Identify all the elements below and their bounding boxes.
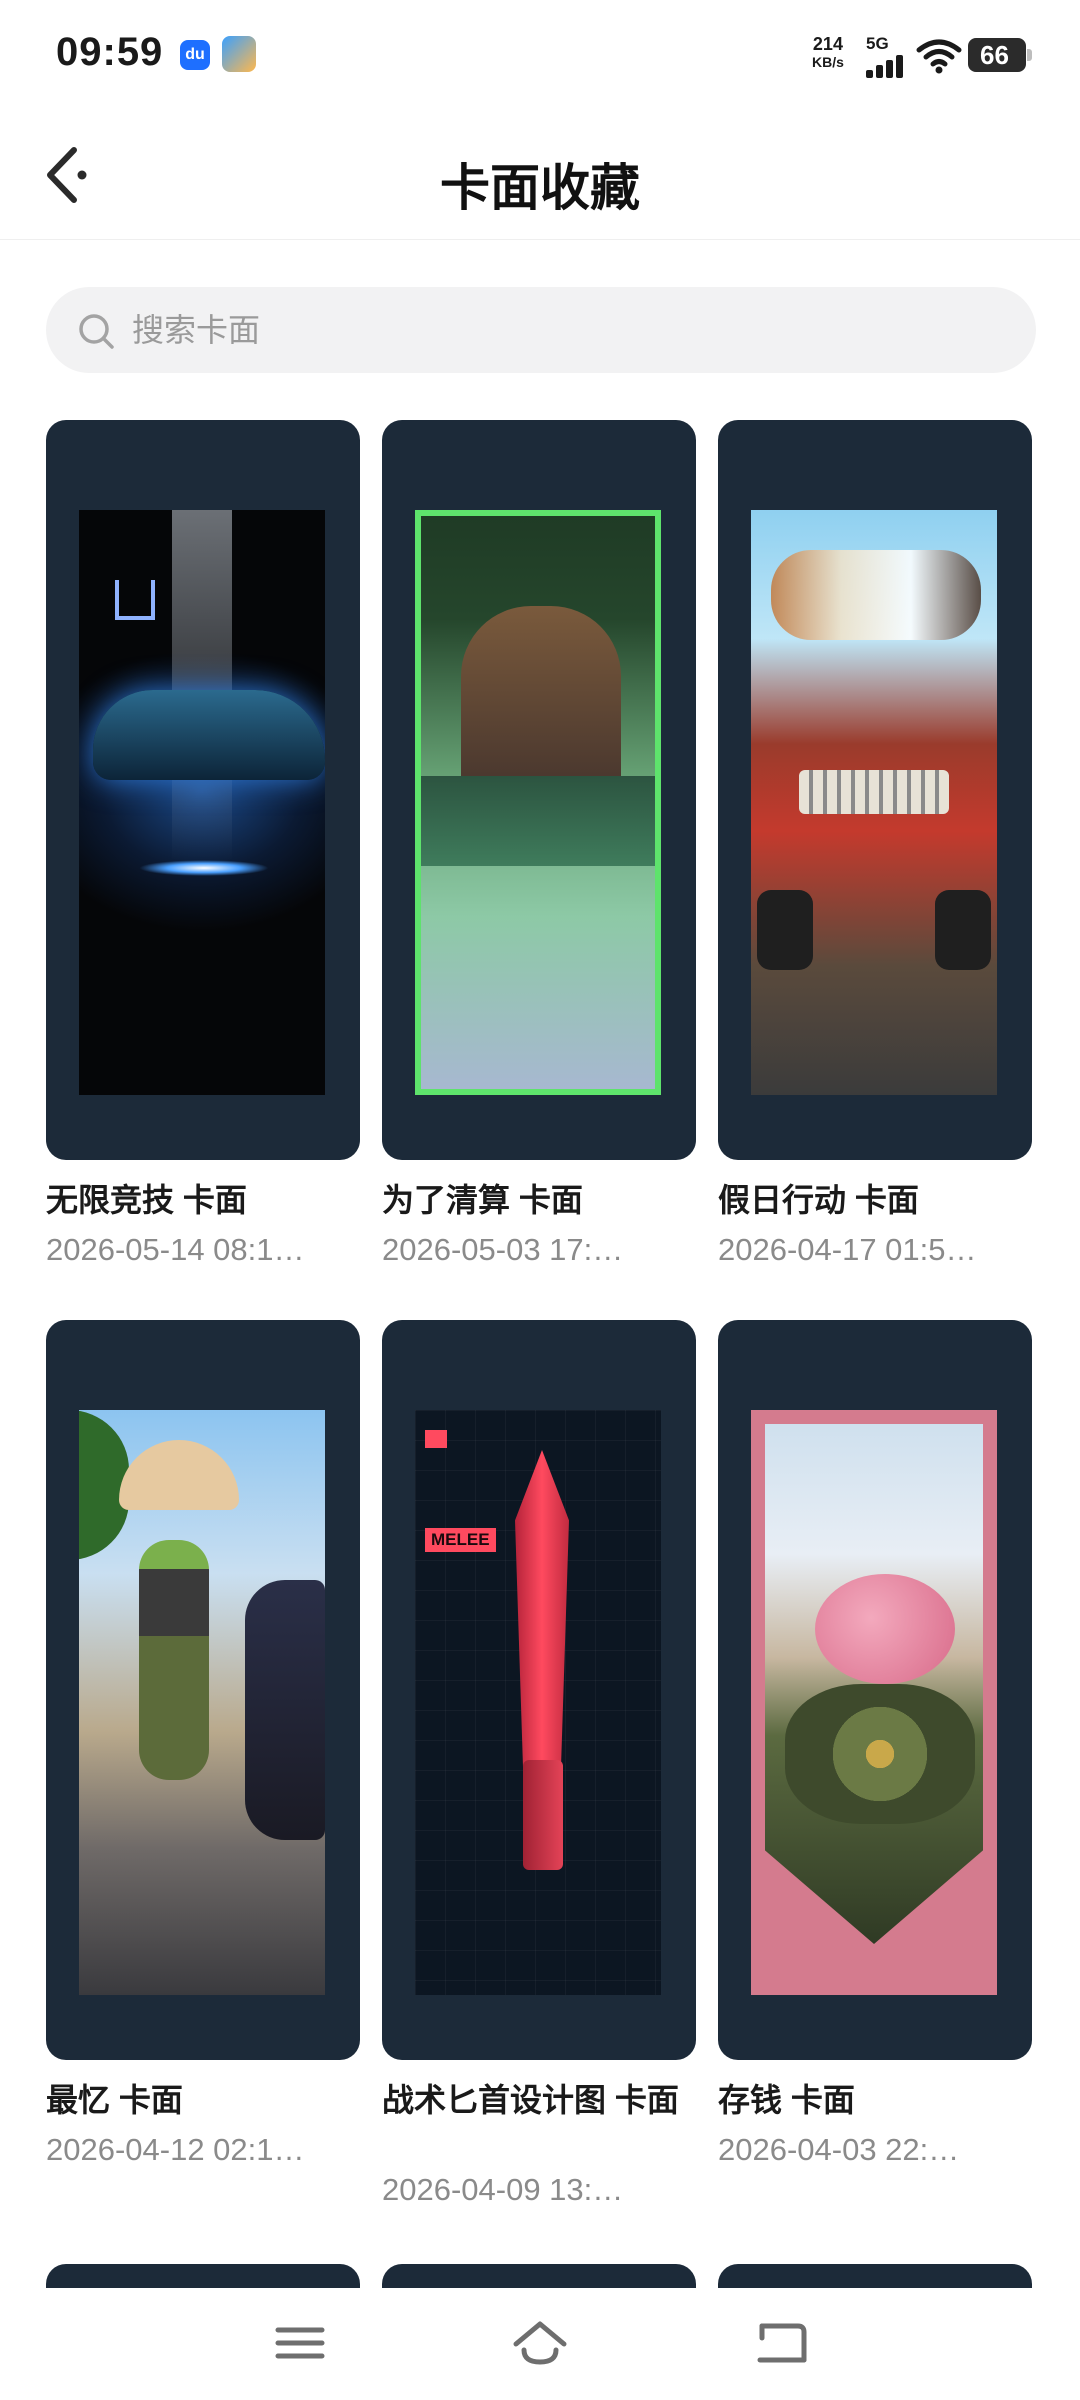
network-speed: 214 KB/s <box>812 34 844 70</box>
system-nav-bar <box>0 2288 1080 2400</box>
card-date: 2026-04-03 22:… <box>718 2132 960 2167</box>
card-date: 2026-05-03 17:… <box>382 1232 624 1267</box>
card-frame[interactable] <box>718 420 1032 1160</box>
wifi-icon <box>916 39 962 74</box>
card-frame[interactable] <box>46 1320 360 2060</box>
card-frame[interactable] <box>46 420 360 1160</box>
home-icon[interactable] <box>510 2318 570 2368</box>
card-artwork <box>79 510 325 1095</box>
card-frame[interactable] <box>718 1320 1032 2060</box>
battery-icon: 66 <box>968 38 1032 72</box>
card-artwork <box>79 1410 325 1995</box>
search-bar[interactable] <box>46 287 1036 373</box>
network-speed-value: 214 <box>812 34 843 54</box>
card-title: 存钱 卡面 <box>718 2082 855 2118</box>
network-type: 5G <box>866 34 889 53</box>
card-frame[interactable]: MELEE <box>382 1320 696 2060</box>
card-title: 假日行动 卡面 <box>718 1182 919 1218</box>
search-input[interactable] <box>132 287 992 373</box>
card-artwork <box>415 510 661 1095</box>
card-date: 2026-05-14 08:1… <box>46 1232 305 1267</box>
network-speed-unit: KB/s <box>812 54 844 70</box>
card-date: 2026-04-12 02:1… <box>46 2132 305 2167</box>
card-item-partial[interactable] <box>46 2264 360 2288</box>
card-title: 为了清算 卡面 <box>382 1182 583 1218</box>
signal-icon <box>866 54 906 78</box>
status-time: 09:59 <box>56 30 164 74</box>
menu-icon[interactable] <box>270 2318 330 2368</box>
card-artwork <box>751 1410 997 1995</box>
header: 卡面收藏 <box>0 110 1080 240</box>
card-date: 2026-04-09 13:… <box>382 2172 624 2207</box>
notification-app-icon: du <box>180 40 210 70</box>
card-date: 2026-04-17 01:5… <box>718 1232 977 1267</box>
page-title: 卡面收藏 <box>440 160 640 216</box>
card-grid: 无限竞技 卡面 2026-05-14 08:1… 为了清算 卡面 2026-05… <box>0 380 1080 2288</box>
card-frame[interactable] <box>382 420 696 1160</box>
melee-tag: MELEE <box>425 1528 496 1552</box>
status-bar: 09:59 du 214 KB/s 5G 66 <box>0 0 1080 110</box>
search-icon <box>79 314 114 349</box>
card-item-partial[interactable] <box>382 2264 696 2288</box>
card-artwork <box>751 510 997 1095</box>
card-title: 无限竞技 卡面 <box>46 1182 247 1218</box>
card-title: 最忆 卡面 <box>46 2082 183 2118</box>
card-artwork: MELEE <box>415 1410 661 1995</box>
card-title: 战术匕首设计图 卡面 <box>382 2082 679 2118</box>
notification-app-icon-2 <box>222 36 256 72</box>
card-item-partial[interactable] <box>718 2264 1032 2288</box>
back-icon[interactable] <box>752 2318 812 2368</box>
